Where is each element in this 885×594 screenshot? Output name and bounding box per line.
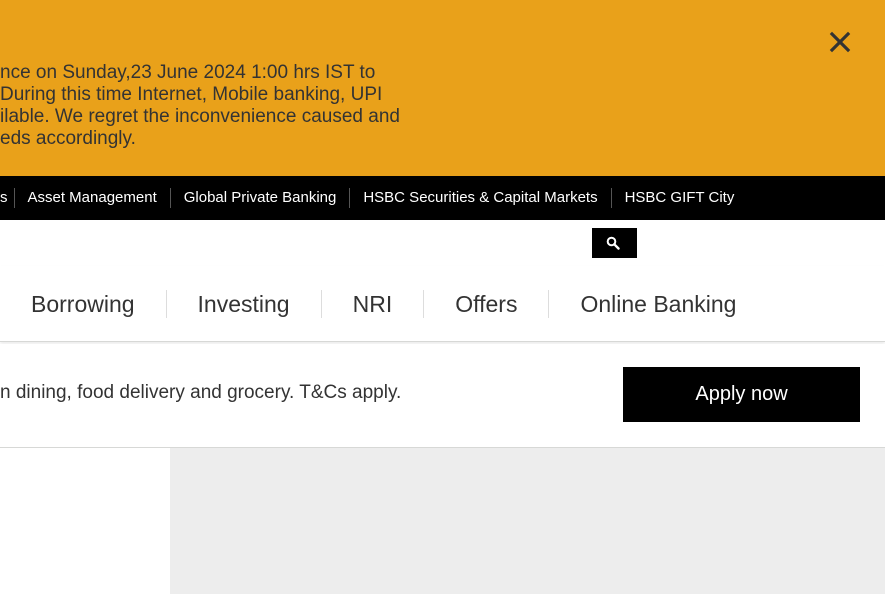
mainnav-item-offers[interactable]: Offers xyxy=(424,289,550,318)
apply-now-button[interactable]: Apply now xyxy=(623,367,860,422)
maintenance-notice-banner: nce on Sunday,23 June 2024 1:00 hrs IST … xyxy=(0,0,885,176)
close-notice-button[interactable] xyxy=(826,28,854,56)
promo-banner: n dining, food delivery and grocery. T&C… xyxy=(0,344,885,448)
topnav-item-securities-capital-markets[interactable]: HSBC Securities & Capital Markets xyxy=(350,188,612,208)
topnav-item-partial[interactable]: s xyxy=(0,188,15,208)
notice-message: nce on Sunday,23 June 2024 1:00 hrs IST … xyxy=(0,62,460,150)
promo-text: n dining, food delivery and grocery. T&C… xyxy=(0,382,402,403)
notice-line: nce on Sunday,23 June 2024 1:00 hrs IST … xyxy=(0,62,376,83)
notice-line: eds accordingly. xyxy=(0,128,136,149)
main-nav: Borrowing Investing NRI Offers Online Ba… xyxy=(0,266,885,342)
mainnav-item-investing[interactable]: Investing xyxy=(167,289,322,318)
search-icon xyxy=(606,236,620,250)
topnav-item-global-private-banking[interactable]: Global Private Banking xyxy=(171,188,351,208)
close-icon xyxy=(829,31,851,53)
topnav-item-gift-city[interactable]: HSBC GIFT City xyxy=(612,188,748,208)
notice-line: ilable. We regret the inconvenience caus… xyxy=(0,106,400,127)
content-right-panel xyxy=(170,448,885,594)
mainnav-item-borrowing[interactable]: Borrowing xyxy=(0,289,167,318)
content-left-panel xyxy=(0,448,170,594)
mainnav-item-online-banking[interactable]: Online Banking xyxy=(549,290,767,318)
mainnav-item-nri[interactable]: NRI xyxy=(322,289,425,318)
notice-line: During this time Internet, Mobile bankin… xyxy=(0,84,383,105)
group-sites-nav: s Asset Management Global Private Bankin… xyxy=(0,176,885,220)
topnav-item-asset-management[interactable]: Asset Management xyxy=(15,188,171,208)
search-button[interactable] xyxy=(592,228,637,258)
